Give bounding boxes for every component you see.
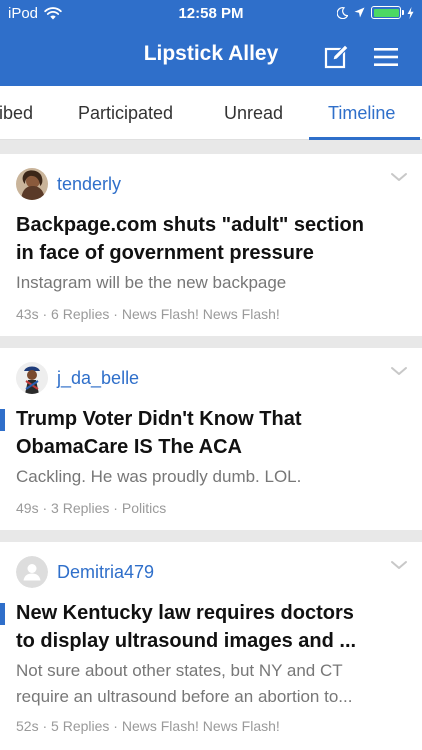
thread-title-line: Trump Voter Didn't Know That bbox=[16, 408, 302, 430]
thread-replies: 6 Replies bbox=[51, 306, 110, 322]
thread-preview-line: Not sure about other states, but NY and … bbox=[16, 661, 343, 680]
status-right bbox=[337, 6, 414, 19]
meta-separator: · bbox=[109, 500, 122, 516]
thread-preview-line: require an ultrasound before an abortion… bbox=[16, 687, 353, 706]
thread-title-line: ObamaCare IS The ACA bbox=[16, 436, 242, 458]
battery-fill bbox=[373, 8, 399, 17]
thread-time: 52s bbox=[16, 718, 39, 734]
meta-separator: · bbox=[38, 306, 52, 322]
thread-card[interactable]: j_da_belle Trump Voter Didn't Know That … bbox=[0, 348, 422, 530]
thread-preview: Cackling. He was proudly dumb. LOL. bbox=[16, 464, 404, 490]
app-header: iPod 12:58 PM Lipstick Alley bbox=[0, 0, 422, 86]
default-user-avatar[interactable] bbox=[16, 556, 48, 588]
thread-author[interactable]: Demitria479 bbox=[57, 562, 154, 583]
thread-preview: Instagram will be the new backpage bbox=[16, 270, 404, 296]
thread-title-line: in face of government pressure bbox=[16, 242, 314, 264]
thread-title-line: Backpage.com shuts "adult" section bbox=[16, 214, 364, 236]
thread-card[interactable]: Demitria479 New Kentucky law requires do… bbox=[0, 542, 422, 750]
tab-subscribed[interactable]: ibed bbox=[0, 86, 33, 140]
tab-timeline[interactable]: Timeline bbox=[328, 86, 395, 140]
battery-tip bbox=[402, 10, 404, 15]
moon-icon bbox=[337, 6, 348, 19]
thread-replies: 5 Replies bbox=[51, 718, 110, 734]
thread-forum[interactable]: Politics bbox=[122, 500, 166, 516]
thread-author[interactable]: j_da_belle bbox=[57, 368, 139, 389]
thread-forum[interactable]: News Flash! News Flash! bbox=[122, 718, 280, 734]
charging-bolt-icon bbox=[407, 6, 414, 19]
meta-separator: · bbox=[109, 306, 122, 322]
thread-time: 43s bbox=[16, 306, 39, 322]
thread-time: 49s bbox=[16, 500, 39, 516]
meta-separator: · bbox=[38, 500, 52, 516]
thread-preview-line: Instagram will be the new backpage bbox=[16, 273, 287, 292]
thread-author[interactable]: tenderly bbox=[57, 174, 121, 195]
thread-meta: 52s · 5 Replies · News Flash! News Flash… bbox=[16, 718, 280, 734]
compose-icon[interactable] bbox=[322, 43, 350, 71]
location-arrow-icon bbox=[354, 7, 365, 18]
thread-replies: 3 Replies bbox=[51, 500, 110, 516]
tab-bar: ibed Participated Unread Timeline bbox=[0, 86, 422, 140]
thread-forum[interactable]: News Flash! News Flash! bbox=[122, 306, 280, 322]
hamburger-menu-icon[interactable] bbox=[372, 43, 400, 71]
thread-preview: Not sure about other states, but NY and … bbox=[16, 658, 404, 710]
thread-feed[interactable]: tenderly Backpage.com shuts "adult" sect… bbox=[0, 140, 422, 750]
status-bar: iPod 12:58 PM bbox=[0, 0, 422, 30]
chevron-down-icon[interactable] bbox=[390, 170, 408, 184]
thread-title-line: to display ultrasound images and ... bbox=[16, 630, 357, 652]
thread-title[interactable]: Backpage.com shuts "adult" section in fa… bbox=[16, 211, 404, 267]
unread-indicator bbox=[0, 409, 5, 431]
thread-title-line: New Kentucky law requires doctors bbox=[16, 602, 354, 624]
thread-meta: 43s · 6 Replies · News Flash! News Flash… bbox=[16, 306, 280, 322]
user-illustration-avatar[interactable] bbox=[16, 362, 48, 394]
unread-indicator bbox=[0, 603, 5, 625]
user-photo-avatar[interactable] bbox=[16, 168, 48, 200]
thread-title[interactable]: New Kentucky law requires doctors to dis… bbox=[16, 599, 404, 655]
meta-separator: · bbox=[109, 718, 122, 734]
meta-separator: · bbox=[38, 718, 52, 734]
tab-participated[interactable]: Participated bbox=[78, 86, 173, 140]
thread-preview-line: Cackling. He was proudly dumb. LOL. bbox=[16, 467, 302, 486]
battery-icon bbox=[371, 6, 404, 19]
chevron-down-icon[interactable] bbox=[390, 558, 408, 572]
chevron-down-icon[interactable] bbox=[390, 364, 408, 378]
thread-card[interactable]: tenderly Backpage.com shuts "adult" sect… bbox=[0, 154, 422, 336]
tab-unread[interactable]: Unread bbox=[224, 86, 283, 140]
thread-meta: 49s · 3 Replies · Politics bbox=[16, 500, 166, 516]
app-title: Lipstick Alley bbox=[143, 42, 279, 65]
thread-title[interactable]: Trump Voter Didn't Know That ObamaCare I… bbox=[16, 405, 404, 461]
